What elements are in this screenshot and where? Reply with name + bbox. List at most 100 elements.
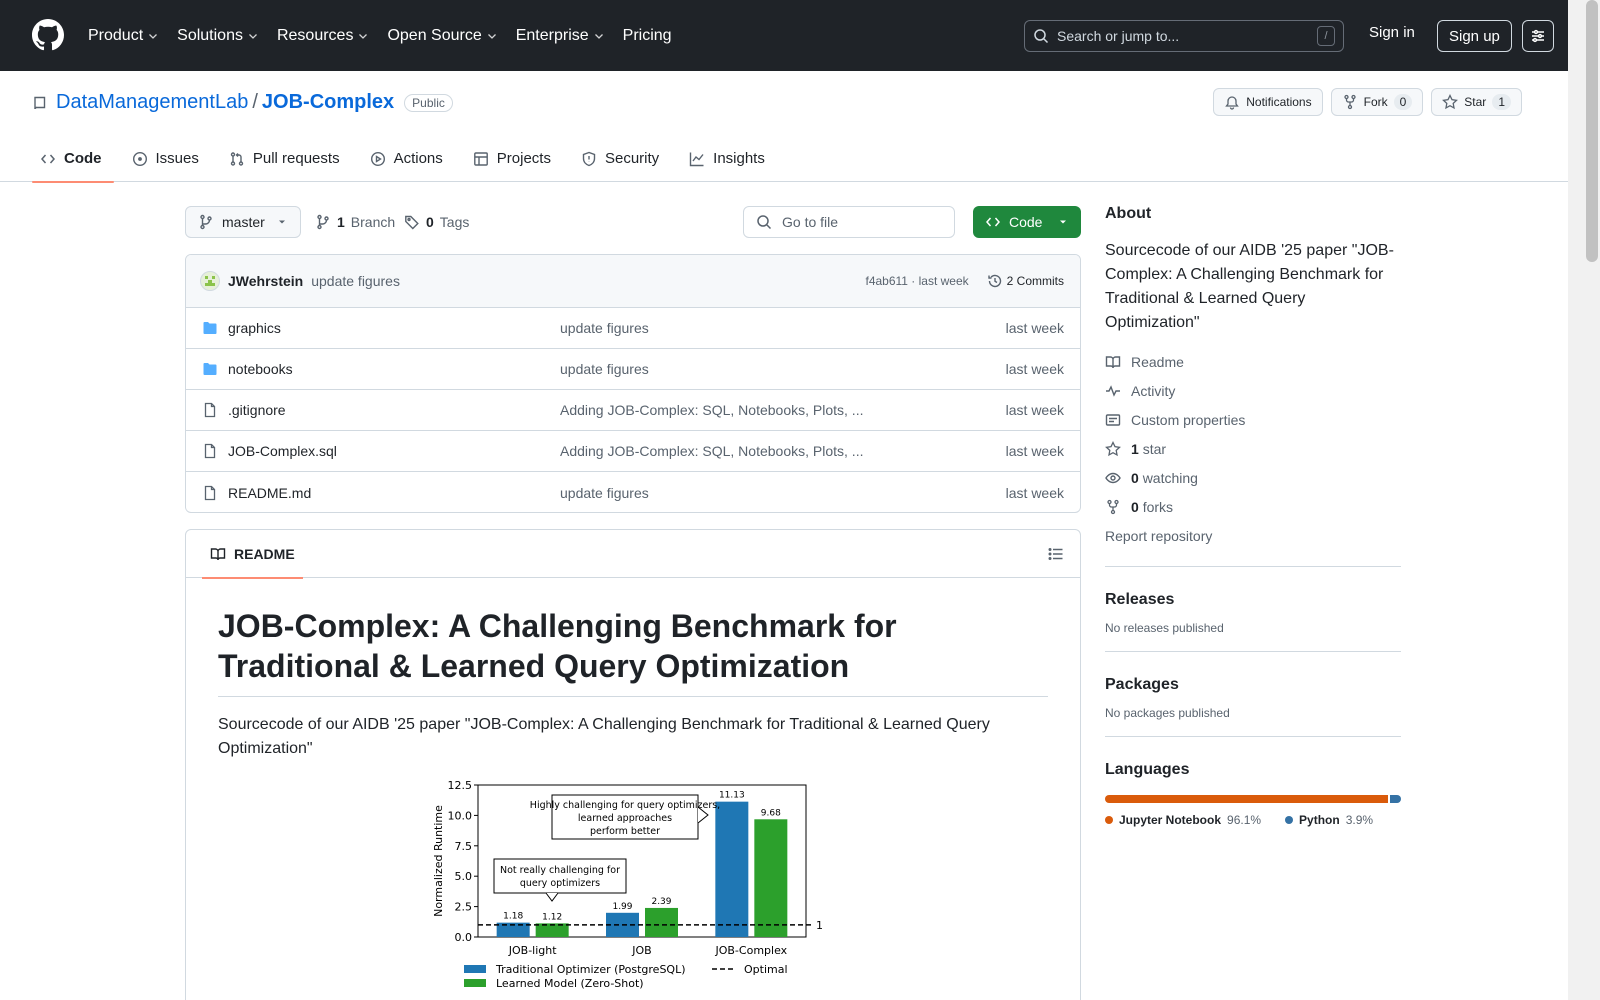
runtime-chart-svg: 0.0 2.5 5.0 7.5 10.0 12.5Normalized Runtime 1.… [432, 779, 823, 990]
sign-in-link[interactable]: Sign in [1369, 24, 1415, 41]
file-toolbar: master 1 Branch 0 Tags Go to file Code [185, 206, 1081, 238]
file-icon [204, 402, 216, 418]
github-logo-icon[interactable] [32, 19, 64, 51]
repo-owner-link[interactable]: DataManagementLab [56, 91, 248, 114]
bar-value-label: 1.99 [612, 902, 632, 912]
readme-panel: README JOB-Complex: A Challenging Benchm… [185, 529, 1081, 1000]
repo-name-link[interactable]: JOB-Complex [262, 91, 394, 114]
caret-down-icon [1060, 220, 1066, 224]
file-name[interactable]: JOB-Complex.sql [228, 443, 560, 459]
file-commit-message[interactable]: update figures [560, 485, 1006, 501]
search-input[interactable]: Search or jump to... / [1024, 20, 1344, 52]
avatar[interactable] [200, 271, 220, 291]
tab-label: Actions [393, 150, 443, 167]
nav-product[interactable]: Product [88, 27, 159, 45]
language-python[interactable]: Python 3.9% [1285, 813, 1373, 827]
file-row-job-complex-sql[interactable]: JOB-Complex.sql Adding JOB-Complex: SQL,… [186, 431, 1080, 472]
file-row-notebooks[interactable]: notebooks update figures last week [186, 349, 1080, 390]
file-time: last week [1005, 402, 1064, 418]
branch-select-button[interactable]: master [185, 206, 301, 238]
search-placeholder: Search or jump to... [1057, 28, 1180, 44]
readme-link[interactable]: Readme [1105, 347, 1401, 376]
sign-up-button[interactable]: Sign up [1437, 20, 1512, 52]
tab-pull-requests[interactable]: Pull requests [221, 135, 352, 182]
file-commit-message[interactable]: Adding JOB-Complex: SQL, Notebooks, Plot… [560, 443, 1006, 459]
file-time: last week [1005, 361, 1064, 377]
language-dot [1105, 816, 1113, 824]
tags-link[interactable]: 0 Tags [404, 214, 469, 230]
tab-actions[interactable]: Actions [362, 135, 455, 182]
page-scrollbar[interactable] [1568, 0, 1600, 1000]
language-name: Python [1299, 813, 1340, 827]
commit-message-link[interactable]: update figures [311, 273, 400, 289]
tab-issues[interactable]: Issues [124, 135, 211, 182]
optimal-line-label: 1 [816, 919, 823, 932]
nav-solutions[interactable]: Solutions [177, 27, 259, 45]
code-dropdown-button[interactable]: Code [973, 206, 1081, 238]
file-row-graphics[interactable]: graphics update figures last week [186, 308, 1080, 349]
branch-count: 1 [337, 214, 345, 230]
language-bar-segment [1105, 795, 1388, 803]
watching-link[interactable]: 0 watching [1105, 463, 1401, 492]
bell-icon [1225, 96, 1240, 110]
tag-icon [405, 215, 419, 230]
commit-hash-time[interactable]: f4ab611 · last week [865, 274, 968, 288]
history-icon [987, 274, 1001, 288]
file-commit-message[interactable]: Adding JOB-Complex: SQL, Notebooks, Plot… [560, 402, 1006, 418]
nav-open-source[interactable]: Open Source [387, 27, 497, 45]
tab-code[interactable]: Code [32, 135, 114, 183]
scrollbar-thumb[interactable] [1586, 0, 1598, 262]
tab-insights[interactable]: Insights [681, 135, 777, 182]
report-repository-link[interactable]: Report repository [1105, 521, 1401, 550]
notifications-button[interactable]: Notifications [1213, 88, 1323, 116]
branches-link[interactable]: 1 Branch [315, 214, 395, 230]
commit-author-link[interactable]: JWehrstein [228, 273, 303, 289]
file-name[interactable]: README.md [228, 485, 560, 501]
about-heading: About [1105, 205, 1152, 222]
y-tick-label: 0.0 [455, 931, 473, 944]
releases-heading[interactable]: Releases [1105, 591, 1401, 609]
activity-link-label: Activity [1131, 382, 1176, 399]
tab-security[interactable]: Security [573, 135, 671, 182]
fork-count: 0 [1393, 94, 1413, 110]
about-sidebar: About Sourcecode of our AIDB '25 paper "… [1105, 205, 1401, 827]
tab-projects[interactable]: Projects [465, 135, 563, 182]
list-icon[interactable] [1048, 546, 1064, 562]
file-commit-message[interactable]: update figures [560, 361, 1006, 377]
file-row-gitignore[interactable]: .gitignore Adding JOB-Complex: SQL, Note… [186, 390, 1080, 431]
bar [645, 907, 678, 937]
fork-button[interactable]: Fork 0 [1330, 88, 1424, 116]
forks-label: forks [1142, 498, 1174, 515]
code-icon [986, 217, 1000, 227]
readme-paragraph: Sourcecode of our AIDB '25 paper "JOB-Co… [218, 716, 990, 757]
nav-resources[interactable]: Resources [277, 27, 369, 45]
tab-label: Security [604, 150, 660, 167]
custom-properties-label: Custom properties [1131, 411, 1246, 428]
file-name[interactable]: graphics [228, 320, 560, 336]
file-commit-message[interactable]: update figures [560, 320, 1006, 336]
file-name[interactable]: notebooks [228, 361, 560, 377]
forks-link[interactable]: 0 forks [1105, 492, 1401, 521]
nav-enterprise[interactable]: Enterprise [516, 27, 605, 45]
commits-history-link[interactable]: 2 Commits [987, 273, 1064, 289]
branch-icon [200, 214, 212, 230]
file-name[interactable]: .gitignore [228, 402, 560, 418]
readme-tab[interactable]: README [202, 530, 303, 579]
activity-link[interactable]: Activity [1105, 376, 1401, 405]
packages-heading[interactable]: Packages [1105, 676, 1401, 694]
nav-label: Pricing [622, 26, 672, 44]
file-row-readme[interactable]: README.md update figures last week [186, 472, 1080, 512]
stars-link[interactable]: 1 star [1105, 434, 1401, 463]
custom-properties-link[interactable]: Custom properties [1105, 405, 1401, 434]
go-to-file-input[interactable]: Go to file [743, 206, 955, 238]
bar [715, 801, 749, 937]
chevron-down-icon [359, 33, 368, 39]
star-button[interactable]: Star 1 [1431, 88, 1522, 116]
language-jupyter[interactable]: Jupyter Notebook 96.1% [1105, 813, 1261, 827]
avatar-identicon-icon [205, 276, 215, 286]
y-tick-label: 7.5 [455, 840, 473, 853]
nav-label: Open Source [387, 26, 482, 44]
language-name: Jupyter Notebook [1119, 813, 1222, 827]
nav-pricing[interactable]: Pricing [623, 27, 672, 45]
menu-button[interactable] [1522, 20, 1554, 52]
